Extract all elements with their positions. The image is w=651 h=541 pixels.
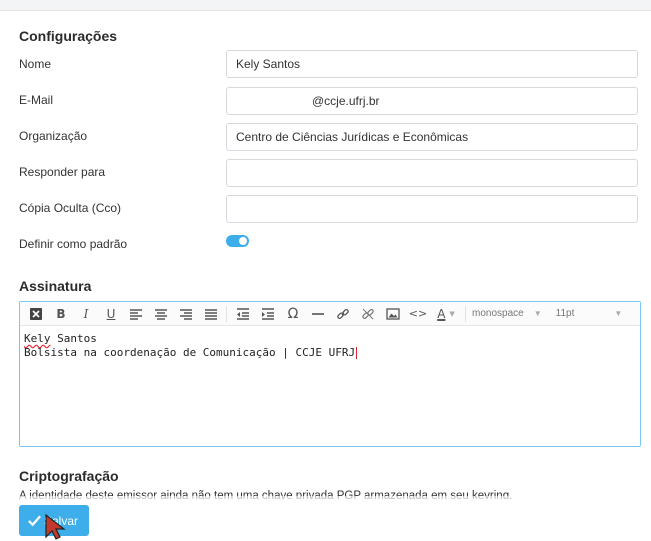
bcc-label: Cópia Oculta (Cco) bbox=[19, 201, 122, 215]
email-label: E-Mail bbox=[19, 93, 54, 107]
bold-icon[interactable]: B bbox=[51, 304, 71, 324]
indent-icon[interactable] bbox=[258, 304, 278, 324]
outdent-icon[interactable] bbox=[233, 304, 253, 324]
clear-format-icon[interactable] bbox=[26, 304, 46, 324]
signature-editor: B I U Ω <> A ▼ monospace ▼ 11pt ▼ Kely S… bbox=[19, 301, 641, 447]
crypto-title: Criptografação bbox=[19, 468, 119, 484]
editor-toolbar: B I U Ω <> A ▼ monospace ▼ 11pt ▼ bbox=[20, 302, 640, 326]
signature-line-text: Bolsista na coordenação de Comunicação |… bbox=[24, 346, 356, 359]
mouse-cursor-icon bbox=[45, 513, 66, 540]
font-size-select[interactable]: 11pt ▼ bbox=[556, 308, 623, 319]
default-label: Definir como padrão bbox=[19, 237, 128, 251]
signature-line: Bolsista na coordenação de Comunicação |… bbox=[24, 346, 636, 360]
font-size-value: 11pt bbox=[555, 308, 575, 319]
text-caret bbox=[356, 347, 358, 359]
special-char-icon[interactable]: Ω bbox=[283, 304, 303, 324]
checkmark-icon bbox=[28, 515, 41, 527]
underline-icon[interactable]: U bbox=[101, 304, 121, 324]
unlink-icon[interactable] bbox=[358, 304, 378, 324]
font-family-value: monospace bbox=[472, 308, 524, 319]
email-field[interactable]: @ccje.ufrj.br bbox=[226, 87, 638, 115]
align-center-icon[interactable] bbox=[151, 304, 171, 324]
chevron-down-icon: ▼ bbox=[614, 309, 623, 318]
signature-line: Kely Santos bbox=[24, 332, 636, 346]
signature-title: Assinatura bbox=[19, 278, 92, 294]
default-toggle[interactable] bbox=[226, 235, 249, 247]
signature-line-text: Santos bbox=[50, 332, 97, 345]
align-justify-icon[interactable] bbox=[201, 304, 221, 324]
signature-textarea[interactable]: Kely Santos Bolsista na coordenação de C… bbox=[20, 326, 640, 366]
source-code-icon[interactable]: <> bbox=[408, 304, 428, 324]
organization-label: Organização bbox=[19, 129, 88, 143]
settings-title: Configurações bbox=[19, 28, 118, 44]
reply-to-label: Responder para bbox=[19, 165, 106, 179]
bottom-fade bbox=[0, 496, 651, 539]
toolbar-separator bbox=[465, 305, 466, 322]
name-label: Nome bbox=[19, 57, 52, 71]
italic-icon[interactable]: I bbox=[76, 304, 96, 324]
align-right-icon[interactable] bbox=[176, 304, 196, 324]
toolbar-separator bbox=[226, 305, 227, 322]
organization-field[interactable] bbox=[226, 123, 638, 151]
chevron-down-icon: ▼ bbox=[533, 309, 542, 318]
horizontal-rule-icon[interactable] bbox=[308, 304, 328, 324]
reply-to-field[interactable] bbox=[226, 159, 638, 187]
top-bar bbox=[0, 0, 651, 11]
bcc-field[interactable] bbox=[226, 195, 638, 223]
link-icon[interactable] bbox=[333, 304, 353, 324]
name-field[interactable] bbox=[226, 50, 638, 78]
font-family-select[interactable]: monospace ▼ bbox=[472, 308, 542, 319]
text-color-icon[interactable]: A ▼ bbox=[433, 304, 459, 324]
image-icon[interactable] bbox=[383, 304, 403, 324]
misspelled-word: Kely bbox=[24, 332, 51, 345]
align-left-icon[interactable] bbox=[126, 304, 146, 324]
